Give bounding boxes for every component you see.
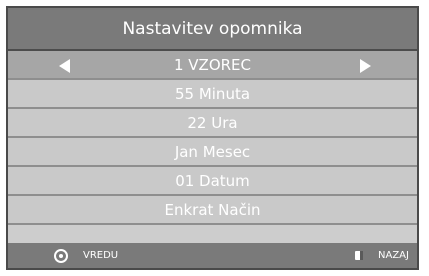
menu-row-label: 1 VZOREC <box>173 56 252 74</box>
reminder-settings-menu: Nastavitev opomnika 1 VZOREC 55 Minuta 2… <box>6 6 419 270</box>
menu-row-minute[interactable]: 55 Minuta <box>8 80 417 109</box>
menu-row-label: 55 Minuta <box>174 85 251 103</box>
menu-row-month[interactable]: Jan Mesec <box>8 138 417 167</box>
menu-row-pattern[interactable]: 1 VZOREC <box>8 51 417 80</box>
arrow-right-icon[interactable] <box>360 59 371 73</box>
menu-row-mode[interactable]: Enkrat Način <box>8 196 417 225</box>
menu-row-date[interactable]: 01 Datum <box>8 167 417 196</box>
ok-label[interactable]: VREDU <box>83 243 118 268</box>
back-label[interactable]: NAZAJ <box>378 243 409 268</box>
back-icon[interactable] <box>355 251 363 260</box>
menu-title: Nastavitev opomnika <box>8 8 417 51</box>
menu-row-label: Jan Mesec <box>174 143 251 161</box>
menu-row-label: 22 Ura <box>187 114 238 132</box>
arrow-left-icon[interactable] <box>59 59 70 73</box>
menu-row-label: Enkrat Način <box>164 201 261 219</box>
menu-row-label: 01 Datum <box>175 172 250 190</box>
ok-circle-icon[interactable] <box>54 249 68 263</box>
footer-bar: VREDU NAZAJ <box>8 243 417 268</box>
menu-row-hour[interactable]: 22 Ura <box>8 109 417 138</box>
